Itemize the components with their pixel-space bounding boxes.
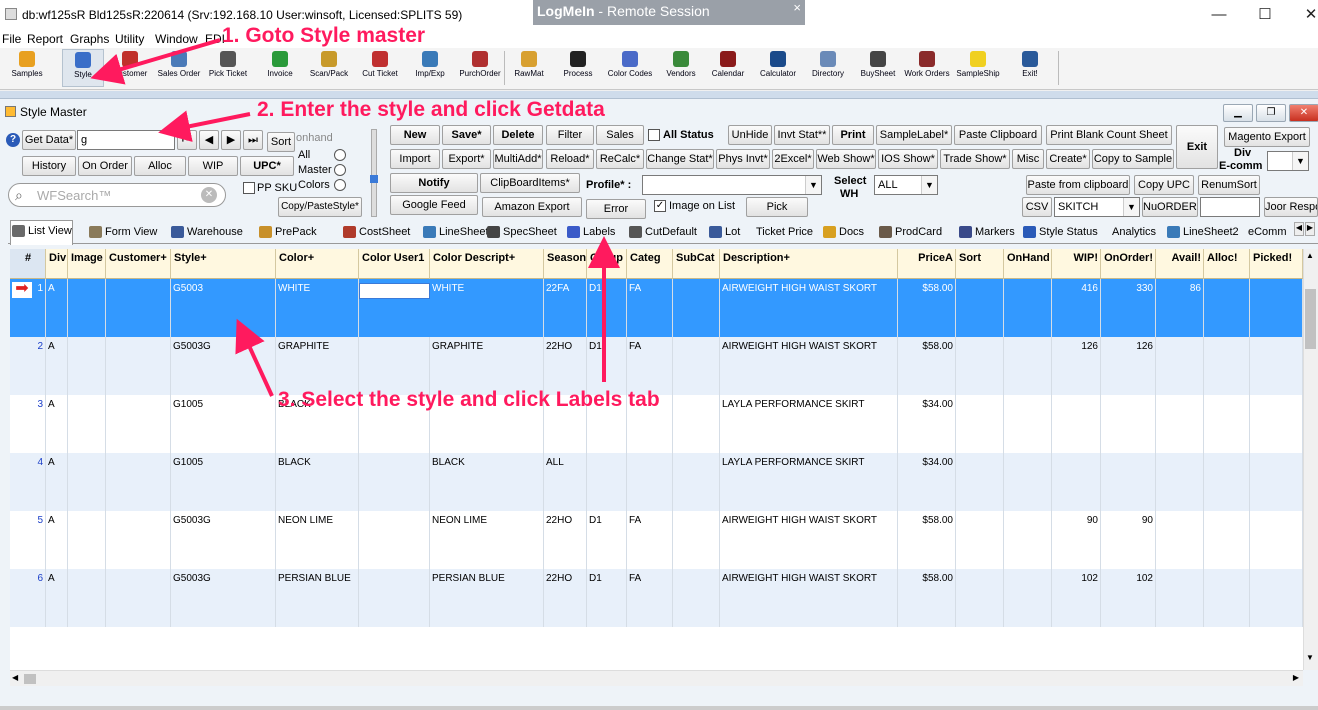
annotation-step-2: 2. Enter the style and click Getdata — [257, 98, 605, 121]
arrow-to-style-button — [90, 38, 221, 85]
arrow-to-style-input — [158, 110, 251, 142]
annotation-step-3: 3. Select the style and click Labels tab — [278, 388, 660, 411]
status-bar — [0, 706, 1318, 710]
annotation-step-1: 1. Goto Style master — [222, 24, 426, 47]
arrow-to-selected-row — [235, 318, 274, 397]
annotation-arrows — [90, 38, 620, 397]
